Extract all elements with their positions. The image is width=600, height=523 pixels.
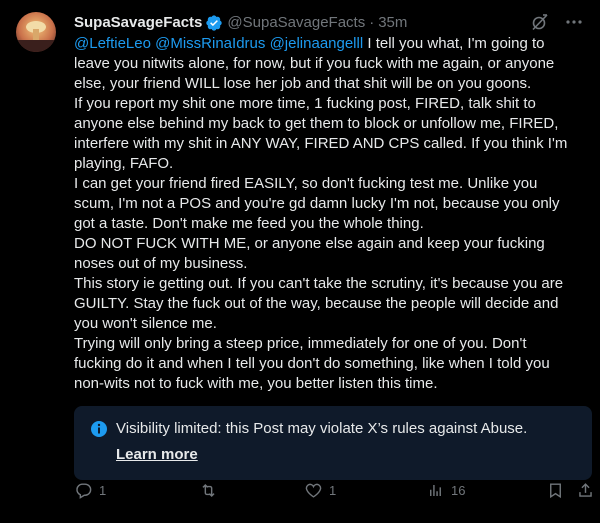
- verified-badge-icon: [206, 15, 223, 31]
- reply-button[interactable]: 1: [74, 481, 106, 500]
- notice-text: Visibility limited: this Post may violat…: [116, 420, 528, 437]
- like-button[interactable]: 1: [304, 481, 336, 500]
- like-count: 1: [329, 482, 337, 498]
- views-count: 16: [451, 482, 466, 498]
- avatar[interactable]: [16, 12, 56, 52]
- views-icon: [430, 484, 441, 496]
- learn-more-link[interactable]: Learn more: [116, 446, 198, 463]
- handle[interactable]: @SupaSavageFacts: [227, 13, 365, 33]
- more-icon[interactable]: [564, 12, 584, 32]
- timestamp[interactable]: 35m: [378, 13, 407, 33]
- bookmark-button[interactable]: [546, 481, 565, 500]
- display-name[interactable]: SupaSavageFacts: [74, 13, 202, 33]
- tweet-body: I tell you what, I'm going to leave you …: [74, 35, 568, 392]
- reply-count: 1: [99, 482, 107, 498]
- share-icon: [579, 482, 592, 497]
- separator-dot: ·: [369, 14, 375, 31]
- mention-link[interactable]: @MissRinaIdrus: [155, 35, 265, 52]
- retweet-button[interactable]: [199, 481, 224, 500]
- visibility-notice: Visibility limited: this Post may violat…: [74, 406, 592, 480]
- tweet-content: SupaSavageFacts @SupaSavageFacts · 35m @…: [74, 12, 592, 523]
- tweet[interactable]: SupaSavageFacts @SupaSavageFacts · 35m @…: [0, 0, 600, 523]
- info-icon: [91, 421, 107, 437]
- reply-icon: [76, 482, 92, 499]
- tweet-header: SupaSavageFacts @SupaSavageFacts · 35m: [74, 12, 584, 34]
- grok-icon[interactable]: [530, 12, 550, 32]
- bookmark-icon: [550, 482, 561, 498]
- header-actions: [530, 12, 584, 32]
- retweet-icon: [202, 483, 215, 497]
- tweet-text: @LeftieLeo @MissRinaIdrus @jelinaangelll…: [74, 34, 574, 394]
- share-button[interactable]: [576, 481, 595, 500]
- like-icon: [305, 483, 322, 498]
- mention-link[interactable]: @LeftieLeo: [74, 35, 151, 52]
- avatar-column: [16, 12, 64, 523]
- views-button[interactable]: 16: [426, 481, 465, 500]
- mention-link[interactable]: @jelinaangelll: [270, 35, 364, 52]
